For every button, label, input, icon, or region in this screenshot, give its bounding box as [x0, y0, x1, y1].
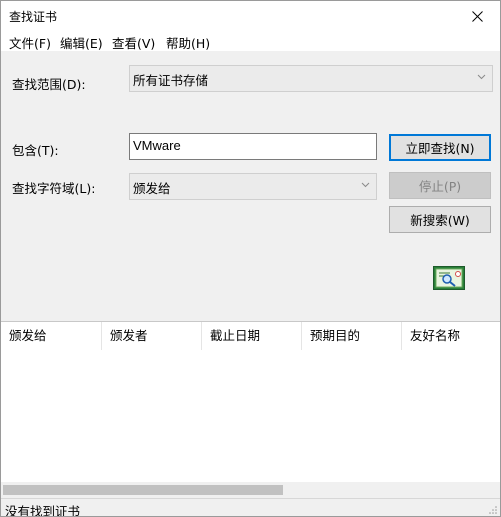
scrollbar-thumb[interactable]	[3, 485, 283, 495]
title-bar: 查找证书	[1, 1, 500, 31]
close-icon	[471, 10, 483, 22]
scope-value: 所有证书存储	[133, 73, 209, 88]
menu-file[interactable]: 文件(F)	[9, 33, 51, 52]
stop-button[interactable]: 停止(P)	[389, 172, 491, 199]
column-header-issued-to[interactable]: 颁发给	[1, 322, 102, 350]
status-bar: 没有找到证书	[1, 498, 500, 517]
menu-help[interactable]: 帮助(H)	[166, 33, 210, 52]
certificate-search-icon	[433, 266, 465, 290]
find-certificates-window: 查找证书 文件(F) 编辑(E) 查看(V) 帮助(H) 查找范围(D): 所有…	[0, 0, 501, 517]
contains-field[interactable]	[129, 133, 377, 160]
horizontal-scrollbar[interactable]	[1, 482, 500, 498]
scope-label: 查找范围(D):	[12, 77, 86, 92]
chevron-down-icon	[477, 74, 486, 80]
new-search-button[interactable]: 新搜索(W)	[389, 206, 491, 233]
find-now-button[interactable]: 立即查找(N)	[389, 134, 491, 161]
contains-input[interactable]	[133, 138, 368, 153]
menu-bar: 文件(F) 编辑(E) 查看(V) 帮助(H)	[1, 31, 500, 51]
scope-dropdown[interactable]: 所有证书存储	[129, 65, 493, 92]
menu-view[interactable]: 查看(V)	[112, 33, 155, 52]
menu-edit[interactable]: 编辑(E)	[60, 33, 103, 52]
column-header-expiration-date[interactable]: 截止日期	[202, 322, 302, 350]
chevron-down-icon	[361, 182, 370, 188]
field-dropdown[interactable]: 颁发给	[129, 173, 377, 200]
contains-label: 包含(T):	[12, 143, 59, 158]
field-value: 颁发给	[133, 181, 171, 196]
window-title: 查找证书	[9, 10, 58, 24]
results-list[interactable]: 颁发给 颁发者 截止日期 预期目的 友好名称	[1, 321, 500, 499]
column-header-issued-by[interactable]: 颁发者	[102, 322, 202, 350]
column-header-friendly-name[interactable]: 友好名称	[402, 322, 500, 350]
resize-grip-icon[interactable]	[488, 505, 498, 515]
close-button[interactable]	[454, 1, 500, 31]
column-header-intended-purpose[interactable]: 预期目的	[302, 322, 402, 350]
status-text: 没有找到证书	[5, 504, 81, 517]
field-label: 查找字符域(L):	[12, 181, 96, 196]
